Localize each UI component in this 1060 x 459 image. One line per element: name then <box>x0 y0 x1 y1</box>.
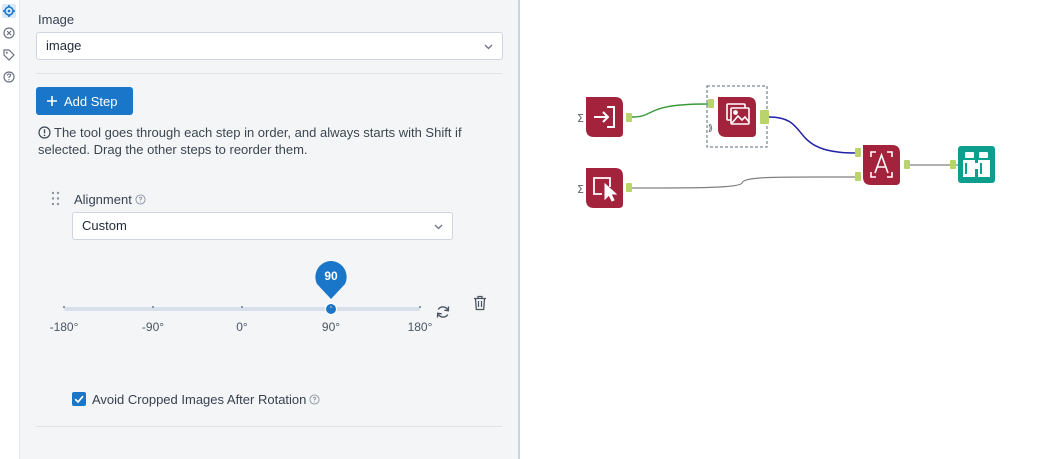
help-icon[interactable] <box>309 394 320 405</box>
alignment-select-value: Custom <box>82 218 127 233</box>
tool-image[interactable]: ⟫ <box>706 85 769 148</box>
svg-text:Σ: Σ <box>577 112 584 125</box>
add-step-label: Add Step <box>64 93 118 109</box>
connection-region-to-ocr[interactable] <box>627 176 856 189</box>
plus-icon <box>47 96 57 106</box>
workflow-canvas[interactable]: Σ ⟫ Σ <box>522 0 1060 459</box>
delete-step-icon[interactable] <box>473 295 487 311</box>
slider-tick-mark <box>330 306 332 308</box>
slider-tick-label: 0° <box>236 320 248 334</box>
slider-tick-mark <box>63 306 65 308</box>
help-icon[interactable] <box>2 70 16 84</box>
alignment-select[interactable]: Custom <box>72 212 453 240</box>
image-select-value: image <box>46 38 82 53</box>
input-anchor[interactable] <box>950 160 956 169</box>
tool-image-to-text[interactable] <box>855 145 910 185</box>
slider-value-bubble-text: 90 <box>314 260 348 300</box>
help-icon[interactable] <box>135 194 146 205</box>
info-circle-icon <box>38 126 51 139</box>
slider-tick-mark <box>419 306 421 308</box>
input-anchor[interactable] <box>855 148 861 157</box>
slider-tick-label: 90° <box>321 320 341 334</box>
left-icon-rail <box>0 0 20 459</box>
alignment-label-text: Alignment <box>74 192 132 207</box>
slider-tick-label: 180° <box>407 320 433 334</box>
output-anchor[interactable] <box>760 110 769 124</box>
divider <box>36 426 502 427</box>
tool-select-region[interactable]: Σ <box>577 168 632 208</box>
image-field-label: Image <box>38 12 75 27</box>
info-message: The tool goes through each step in order… <box>38 124 498 158</box>
svg-text:Σ: Σ <box>577 183 584 196</box>
configuration-panel: Image image Add Step The tool goes throu… <box>20 0 520 459</box>
avoid-crop-checkbox[interactable] <box>72 392 86 406</box>
gear-icon[interactable] <box>2 4 16 18</box>
output-anchor[interactable] <box>626 113 632 122</box>
tag-icon[interactable] <box>2 48 16 62</box>
drag-handle-icon[interactable] <box>51 191 60 206</box>
reset-rotation-icon[interactable] <box>435 304 451 320</box>
connection-image-to-ocr[interactable] <box>768 116 856 154</box>
checkmark-icon <box>74 395 84 404</box>
connection-input-to-image[interactable] <box>631 103 709 118</box>
input-anchor[interactable] <box>855 172 861 181</box>
slider-tick-mark <box>241 306 243 308</box>
slider-tick-mark <box>152 306 154 308</box>
svg-text:⟫: ⟫ <box>708 124 713 134</box>
connect-icon[interactable] <box>2 26 16 40</box>
slider-value-text: 90 <box>324 269 338 283</box>
input-anchor[interactable] <box>708 99 714 108</box>
info-text: The tool goes through each step in order… <box>38 125 462 157</box>
alignment-label: Alignment <box>74 192 146 207</box>
rotation-slider-handle[interactable] <box>325 303 337 315</box>
tool-input[interactable]: Σ <box>577 97 632 137</box>
divider <box>36 73 502 74</box>
output-anchor[interactable] <box>904 160 910 169</box>
output-anchor[interactable] <box>626 183 632 192</box>
chevron-down-icon <box>434 224 443 230</box>
image-select[interactable]: image <box>36 32 503 60</box>
add-step-button[interactable]: Add Step <box>36 87 133 115</box>
chevron-down-icon <box>484 44 493 50</box>
slider-tick-label: -180° <box>49 320 79 334</box>
avoid-crop-label-text: Avoid Cropped Images After Rotation <box>92 392 307 407</box>
slider-tick-label: -90° <box>141 320 165 334</box>
avoid-crop-label: Avoid Cropped Images After Rotation <box>92 392 320 407</box>
